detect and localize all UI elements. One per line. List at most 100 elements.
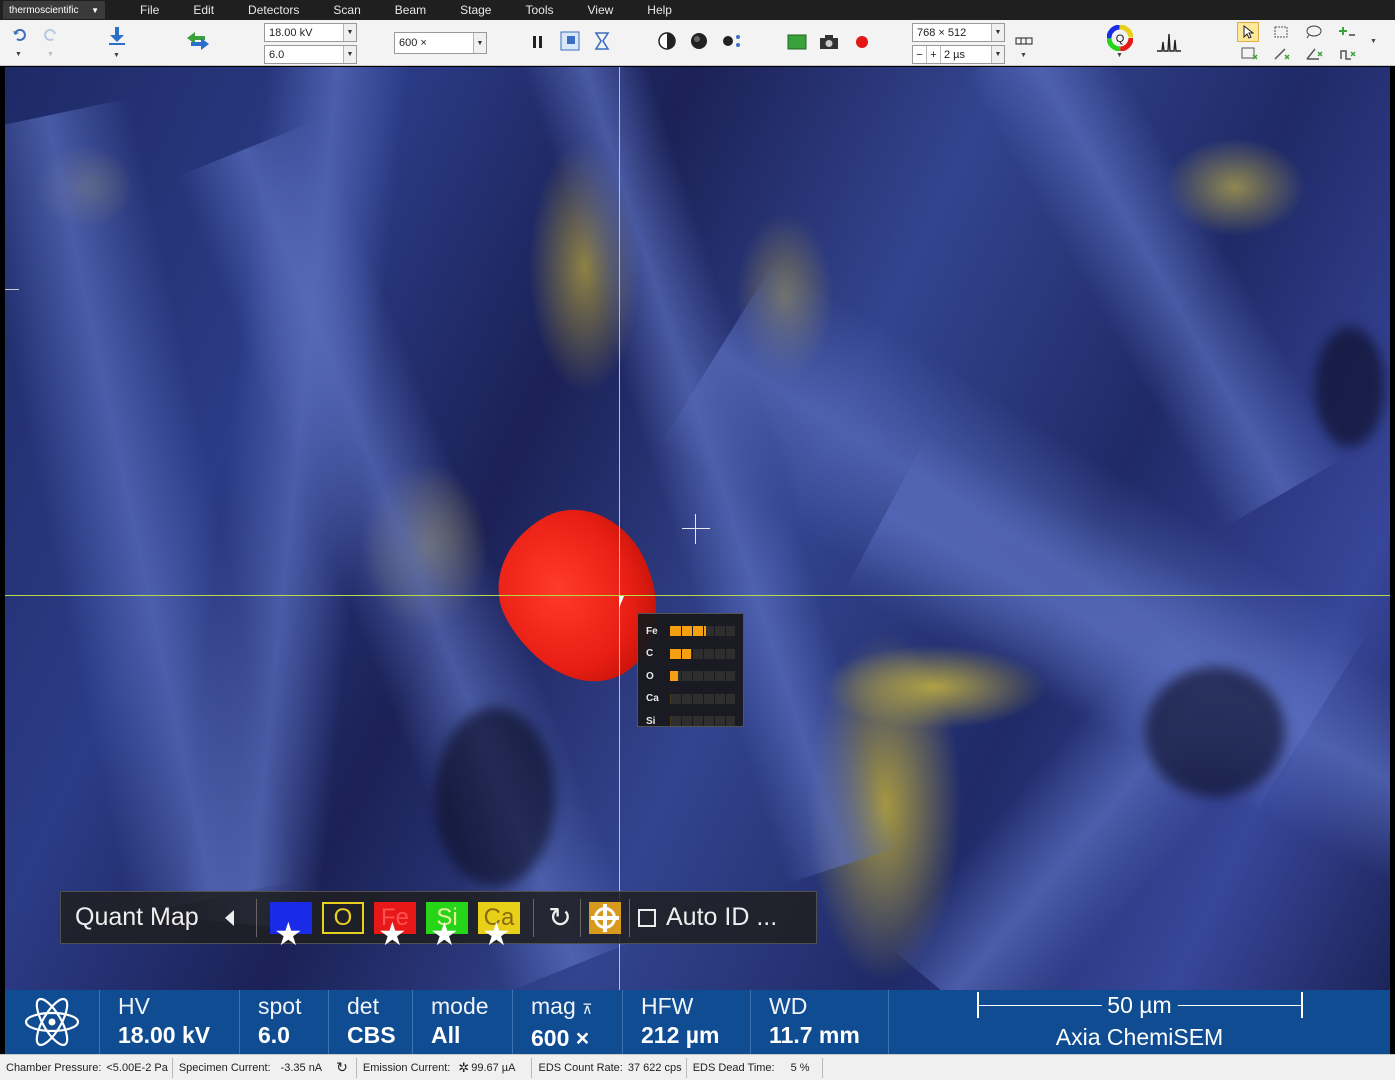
- element-toggle-ca[interactable]: Ca ★: [478, 901, 520, 950]
- brand-menu[interactable]: thermoscientific ▼: [3, 1, 105, 19]
- detector-cell[interactable]: det CBS: [329, 990, 413, 1054]
- undo-icon[interactable]: [10, 26, 28, 44]
- menu-detectors[interactable]: Detectors: [231, 3, 316, 17]
- eds-level-fill: [669, 626, 706, 637]
- svg-text:Q: Q: [1116, 33, 1125, 45]
- spot-cell[interactable]: spot 6.0: [240, 990, 329, 1054]
- chevron-down-icon[interactable]: ▼: [991, 46, 1004, 63]
- target-icon[interactable]: [589, 901, 621, 934]
- eds-level-segment: [691, 716, 693, 727]
- scan-mode-icon[interactable]: [1014, 34, 1034, 48]
- eds-level-segment: [702, 626, 704, 637]
- chevron-down-icon[interactable]: ▼: [991, 24, 1004, 41]
- sem-image-viewer[interactable]: Fe C O Ca Si: [5, 67, 1390, 990]
- eds-level-segment: [702, 671, 704, 682]
- line-measure-icon[interactable]: [1271, 45, 1293, 63]
- eds-level-fill: [669, 716, 671, 727]
- magnification-label: mag ⊼: [531, 992, 622, 1023]
- spectrum-icon[interactable]: [1155, 28, 1183, 54]
- menu-edit[interactable]: Edit: [176, 3, 231, 17]
- working-distance-cell[interactable]: WD 11.7 mm: [751, 990, 889, 1054]
- chevron-down-icon: ▼: [91, 5, 99, 15]
- hv-combo[interactable]: 18.00 kV ▼: [264, 23, 357, 42]
- star-icon: ★: [274, 915, 303, 952]
- color-quant-chevron-icon[interactable]: ▼: [1116, 52, 1123, 59]
- eds-level-segment: [691, 626, 693, 637]
- refresh-current-icon[interactable]: ↻: [336, 1059, 348, 1076]
- selection-tools-chevron-icon[interactable]: ▼: [1370, 38, 1377, 45]
- spot-combo-value: 6.0: [269, 48, 285, 61]
- rectangle-select-icon[interactable]: [1271, 23, 1291, 41]
- resolution-combo[interactable]: 768 × 512 ▼: [912, 23, 1005, 42]
- undo-chevron-icon[interactable]: ▼: [15, 51, 22, 58]
- menu-file[interactable]: File: [123, 3, 176, 17]
- element-toggle-o[interactable]: O ★: [322, 901, 364, 934]
- scale-bar-end: [1300, 992, 1303, 1018]
- element-symbol: C: [646, 648, 654, 660]
- target-ring: [591, 903, 619, 932]
- eds-level-segment: [713, 648, 715, 659]
- color-quant-icon[interactable]: Q: [1106, 24, 1134, 52]
- area-measure-icon[interactable]: [1239, 45, 1261, 63]
- reduced-area-icon[interactable]: [559, 30, 581, 52]
- pin-icon[interactable]: ⊼: [582, 1001, 592, 1017]
- lasso-icon[interactable]: [1303, 23, 1325, 41]
- atom-icon[interactable]: [5, 990, 100, 1054]
- menu-scan[interactable]: Scan: [316, 3, 377, 17]
- data-bar: HV 18.00 kV spot 6.0 det CBS mode All ma…: [5, 990, 1390, 1054]
- profile-measure-icon[interactable]: [1337, 45, 1359, 63]
- element-toggle-c[interactable]: C ★: [270, 901, 312, 950]
- hv-label: HV: [118, 993, 150, 1019]
- dwell-decrease-button[interactable]: −: [913, 46, 927, 63]
- menu-view[interactable]: View: [570, 3, 630, 17]
- hv-cell[interactable]: HV 18.00 kV: [100, 990, 240, 1054]
- auto-contrast-brightness-icon[interactable]: [720, 30, 744, 52]
- mode-value: All: [431, 1022, 461, 1048]
- download-icon[interactable]: [104, 24, 130, 48]
- hfw-value: 212 µm: [641, 1022, 720, 1048]
- pause-icon[interactable]: [528, 32, 548, 52]
- element-toggle-fe[interactable]: Fe ★: [374, 901, 416, 950]
- download-chevron-icon[interactable]: ▼: [113, 52, 120, 59]
- magnification-combo[interactable]: 600 × ▼: [394, 32, 487, 54]
- element-toggle-si[interactable]: Si ★: [426, 901, 468, 950]
- menu-beam[interactable]: Beam: [378, 3, 443, 17]
- angle-measure-icon[interactable]: [1303, 45, 1325, 63]
- select-pointer-icon[interactable]: [1237, 22, 1259, 42]
- snapshot-green-icon[interactable]: [786, 32, 808, 52]
- auto-focus-icon[interactable]: [591, 30, 613, 52]
- auto-id-label[interactable]: Auto ID ...: [666, 903, 777, 932]
- auto-id-checkbox[interactable]: [638, 908, 656, 927]
- brightness-icon[interactable]: [688, 30, 710, 52]
- mode-cell[interactable]: mode All: [413, 990, 513, 1054]
- eds-level-segment: [713, 693, 715, 704]
- scan-mode-chevron-icon[interactable]: ▼: [1020, 52, 1027, 59]
- star-icon: ★: [378, 915, 407, 952]
- eds-dead-time-label: EDS Dead Time:: [692, 1061, 775, 1074]
- scale-bar-end: [976, 992, 979, 1018]
- dwell-time-combo[interactable]: − + 2 µs ▼: [912, 45, 1005, 64]
- menu-help[interactable]: Help: [630, 3, 689, 17]
- spot-combo[interactable]: 6.0 ▼: [264, 45, 357, 64]
- add-point-icon[interactable]: [1337, 23, 1359, 41]
- refresh-icon[interactable]: ↻: [542, 901, 578, 934]
- eds-row-o: O: [646, 665, 735, 688]
- stage-transfer-icon[interactable]: [184, 28, 212, 54]
- emission-current-label: Emission Current:: [362, 1061, 451, 1074]
- chevron-down-icon[interactable]: ▼: [343, 24, 356, 41]
- shadow-region: [1145, 667, 1285, 797]
- magnification-cell[interactable]: mag ⊼ 600 ×: [513, 990, 623, 1054]
- emission-current-value: 99.67 µA: [471, 1061, 516, 1074]
- element-symbol: O: [333, 903, 353, 931]
- hfw-cell[interactable]: HFW 212 µm: [623, 990, 751, 1054]
- chevron-down-icon[interactable]: ▼: [343, 46, 356, 63]
- contrast-icon[interactable]: [656, 30, 678, 52]
- camera-icon[interactable]: [818, 32, 840, 52]
- chevron-down-icon[interactable]: ▼: [473, 33, 486, 53]
- record-icon[interactable]: [851, 32, 873, 52]
- menu-stage[interactable]: Stage: [443, 3, 508, 17]
- menu-tools[interactable]: Tools: [508, 3, 570, 17]
- redo-icon[interactable]: [42, 26, 60, 44]
- collapse-triangle-icon[interactable]: [225, 909, 234, 926]
- dwell-increase-button[interactable]: +: [927, 46, 941, 63]
